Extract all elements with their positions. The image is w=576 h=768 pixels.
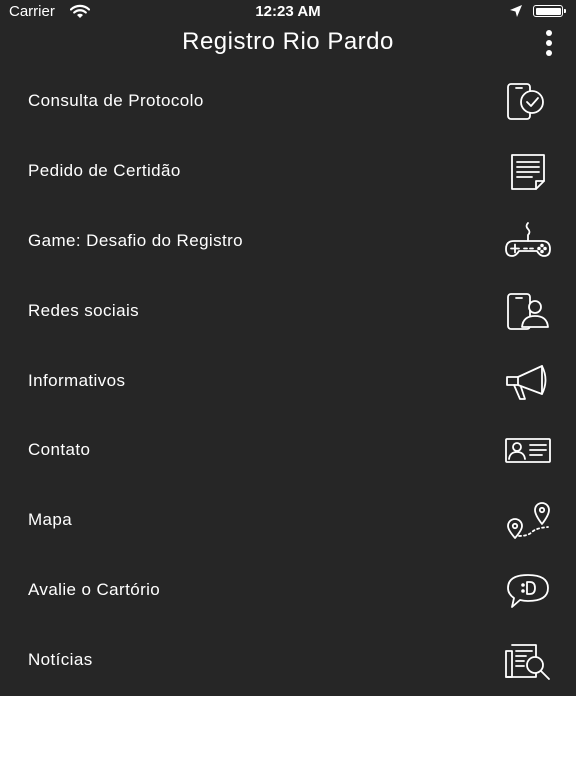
location-arrow-icon [509, 4, 523, 22]
menu-item-contato[interactable]: Contato [0, 416, 576, 486]
menu-item-noticias[interactable]: Notícias [0, 626, 576, 696]
menu-item-avalie-cartorio[interactable]: Avalie o Cartório [0, 556, 576, 626]
menu-item-label: Pedido de Certidão [28, 160, 181, 180]
menu-item-pedido-certidao[interactable]: Pedido de Certidão [0, 137, 576, 207]
clock: 12:23 AM [255, 3, 321, 20]
map-route-icon [502, 500, 554, 542]
page-title: Registro Rio Pardo [182, 28, 394, 55]
menu-item-label: Game: Desafio do Registro [28, 230, 244, 250]
app-screen: Carrier 12:23 AM Registro Rio Pardo Cons… [0, 0, 576, 696]
menu-item-label: Redes sociais [28, 300, 140, 320]
menu-item-label: Notícias [28, 650, 93, 670]
menu-item-label: Avalie o Cartório [28, 580, 161, 600]
document-icon [502, 151, 554, 193]
chat-smile-icon [502, 570, 554, 612]
menu-item-label: Informativos [28, 370, 126, 390]
status-bar: Carrier 12:23 AM [0, 0, 576, 24]
nav-bar: Registro Rio Pardo [0, 24, 576, 68]
menu-item-label: Consulta de Protocolo [28, 91, 204, 110]
menu-item-consulta-protocolo[interactable]: Consulta de Protocolo [0, 67, 576, 137]
menu-item-game[interactable]: Game: Desafio do Registro [0, 207, 576, 277]
menu-item-mapa[interactable]: Mapa [0, 486, 576, 556]
gamepad-icon [502, 221, 554, 263]
news-search-icon [502, 640, 554, 682]
menu-item-label: Contato [28, 440, 91, 460]
phone-user-icon [502, 291, 554, 333]
more-vertical-icon[interactable] [540, 30, 558, 56]
menu-item-informativos[interactable]: Informativos [0, 347, 576, 417]
battery-icon [533, 5, 566, 17]
contact-card-icon [502, 430, 554, 472]
megaphone-icon [502, 361, 554, 403]
menu-list: Consulta de Protocolo Pedido de Certidão [0, 67, 576, 696]
phone-check-icon [502, 81, 554, 123]
menu-item-label: Mapa [28, 510, 73, 530]
menu-item-redes-sociais[interactable]: Redes sociais [0, 277, 576, 347]
